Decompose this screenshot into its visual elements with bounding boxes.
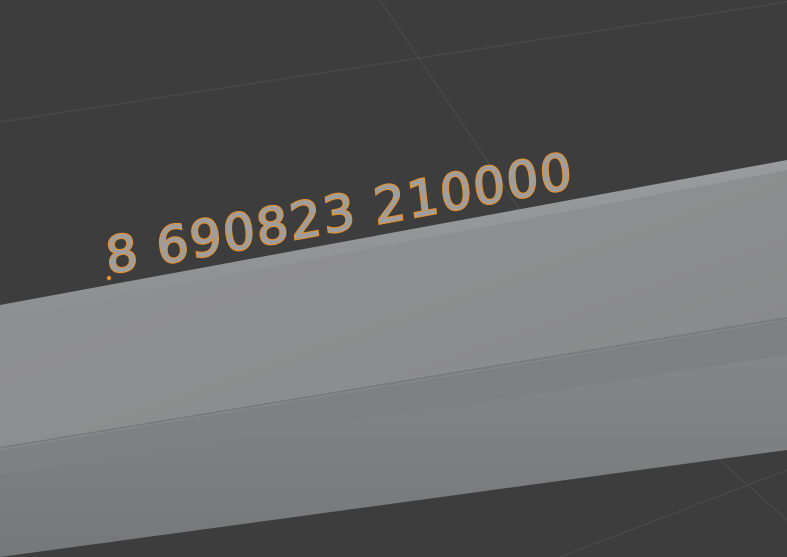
grid-line <box>719 459 787 521</box>
viewport-scene[interactable]: 8 690823 210000 <box>0 0 787 557</box>
3d-viewport[interactable]: 8 690823 210000 <box>0 0 787 557</box>
grid-line <box>559 469 787 557</box>
object-origin-dot[interactable] <box>106 275 112 281</box>
